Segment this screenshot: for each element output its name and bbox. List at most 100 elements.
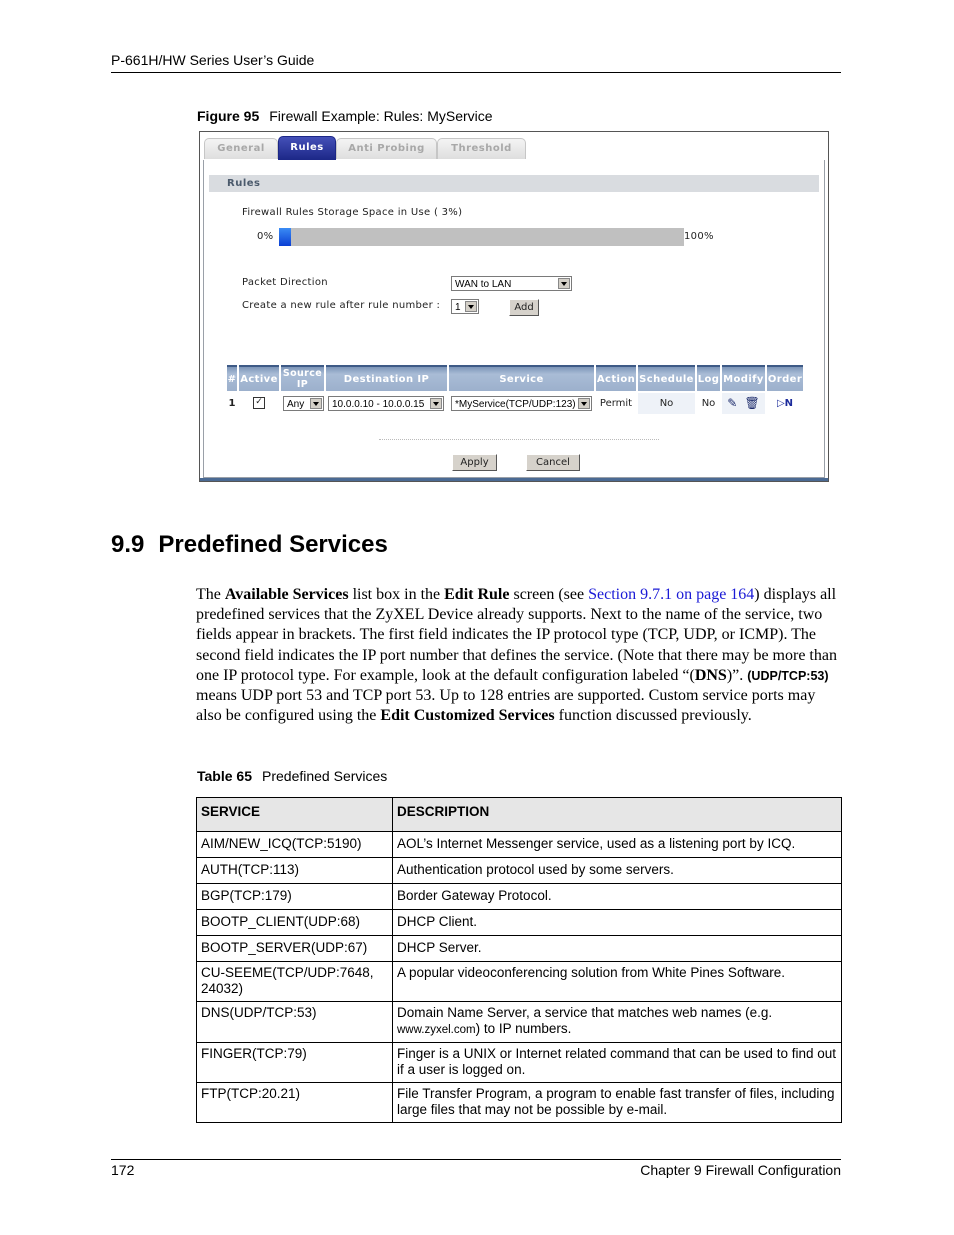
figure-title: Firewall Example: Rules: MyService [269, 108, 493, 124]
destination-ip-value: 10.0.0.10 - 10.0.0.15 [332, 399, 425, 410]
table-row: AIM/NEW_ICQ(TCP:5190) AOL’s Internet Mess… [196, 831, 842, 858]
edit-icon[interactable]: ✎ [727, 396, 737, 410]
schedule-cell: No [638, 393, 695, 414]
description-cell: DHCP Server. [392, 935, 842, 962]
table-label: Table 65 [197, 768, 252, 784]
active-cell: ✓ [239, 393, 279, 414]
header-rule [111, 72, 841, 73]
service-select[interactable]: *MyService(TCP/UDP:123) [451, 396, 592, 411]
section-title: Predefined Services [158, 531, 388, 558]
col-header-destination-ip: Destination IP [326, 365, 447, 391]
storage-label: Firewall Rules Storage Space in Use ( 3%… [242, 207, 463, 218]
table-row: FINGER(TCP:79) Finger is a UNIX or Intern… [196, 1042, 842, 1083]
storage-max-label: 100% [684, 231, 714, 242]
storage-min-label: 0% [257, 231, 274, 242]
cancel-button[interactable]: Cancel [526, 454, 580, 471]
col-header-description: DESCRIPTION [392, 797, 842, 832]
table-row: BOOTP_CLIENT(UDP:68) DHCP Client. [196, 909, 842, 936]
chevron-down-icon[interactable] [465, 301, 477, 312]
move-icon[interactable]: ▷N [777, 398, 793, 409]
footer-rule [111, 1159, 841, 1160]
col-header-log: Log [697, 365, 720, 391]
chevron-down-icon[interactable] [310, 398, 322, 409]
delete-icon[interactable]: 🗑 [745, 396, 760, 410]
service-cell: BOOTP_CLIENT(UDP:68) [196, 909, 393, 936]
storage-progress-fill [279, 228, 292, 246]
col-header-number: # [227, 365, 237, 391]
bold-term: Available Services [224, 586, 349, 603]
text: The [196, 586, 225, 603]
page-header: P-661H/HW Series User’s Guide [111, 52, 315, 68]
col-header-order: Order [767, 365, 803, 391]
service-cell: AIM/NEW_ICQ(TCP:5190) [196, 831, 393, 858]
col-header-schedule: Schedule [638, 365, 695, 391]
table-header-row: SERVICE DESCRIPTION [196, 797, 842, 832]
log-cell: No [697, 393, 720, 414]
order-cell: ▷N [767, 393, 803, 414]
description-cell: Authentication protocol used by some ser… [392, 857, 842, 884]
service-value: *MyService(TCP/UDP:123) [455, 399, 576, 410]
destination-ip-select[interactable]: 10.0.0.10 - 10.0.0.15 [328, 396, 444, 411]
tab-anti-probing[interactable]: Anti Probing [336, 138, 437, 159]
source-ip-select[interactable]: Any [283, 396, 324, 411]
table-title: Predefined Services [262, 768, 388, 784]
bold-term: Edit Rule [444, 586, 510, 603]
rule-number-select[interactable]: 1 [451, 299, 479, 314]
text: Domain Name Server, a service that match… [397, 1005, 773, 1020]
table-caption: Table 65 Predefined Services [197, 768, 387, 784]
service-cell: FINGER(TCP:79) [196, 1042, 393, 1083]
table-row: BGP(TCP:179) Border Gateway Protocol. [196, 883, 842, 910]
tab-rules[interactable]: Rules [278, 136, 336, 160]
table-row: CU-SEEME(TCP/UDP:7648, 24032) A popular v… [196, 961, 842, 1002]
service-cell: BOOTP_SERVER(UDP:67) [196, 935, 393, 962]
section-title-bar: Rules [209, 175, 819, 192]
col-header-action: Action [596, 365, 636, 391]
description-cell: File Transfer Program, a program to enab… [392, 1082, 842, 1123]
col-header-service: Service [449, 365, 594, 391]
figure-label: Figure 95 [197, 108, 260, 124]
section-link[interactable]: Section 9.7.1 on page 164 [588, 586, 754, 603]
modify-cell: ✎ 🗑 [722, 393, 765, 414]
divider [379, 439, 659, 440]
code-term: (UDP/TCP:53) [747, 668, 829, 683]
col-header-modify: Modify [722, 365, 765, 391]
url-text: www.zyxel.com [397, 1024, 476, 1036]
description-cell: AOL’s Internet Messenger service, used a… [392, 831, 842, 858]
description-cell: Finger is a UNIX or Internet related com… [392, 1042, 842, 1083]
text: )”. [726, 666, 748, 684]
text: list box in the [348, 586, 445, 603]
active-checkbox[interactable]: ✓ [253, 397, 265, 409]
table-row: AUTH(TCP:113) Authentication protocol use… [196, 857, 842, 884]
description-cell: Border Gateway Protocol. [392, 883, 842, 910]
chevron-down-icon[interactable] [558, 278, 570, 289]
table-row: BOOTP_SERVER(UDP:67) DHCP Server. [196, 935, 842, 962]
apply-button[interactable]: Apply [452, 454, 497, 471]
col-header-source-ip: Source IP [281, 365, 324, 391]
service-cell: DNS(UDP/TCP:53) [196, 1001, 393, 1043]
chevron-down-icon[interactable] [430, 398, 442, 409]
tab-general[interactable]: General [204, 138, 278, 159]
add-button[interactable]: Add [509, 299, 539, 316]
action-cell: Permit [596, 393, 636, 414]
description-cell: Domain Name Server, a service that match… [392, 1001, 842, 1043]
body-paragraph: The Available Services list box in the E… [196, 585, 844, 726]
service-cell: CU-SEEME(TCP/UDP:7648, 24032) [196, 961, 393, 1002]
service-cell: FTP(TCP:20.21) [196, 1082, 393, 1123]
packet-direction-select[interactable]: WAN to LAN [451, 276, 572, 291]
firewall-rules-screenshot: General Rules Anti Probing Threshold Rul… [199, 131, 829, 482]
page-number: 172 [111, 1162, 135, 1178]
description-cell: A popular videoconferencing solution fro… [392, 961, 842, 1002]
new-rule-label: Create a new rule after rule number : [242, 300, 441, 311]
service-cell: AUTH(TCP:113) [196, 857, 393, 884]
packet-direction-label: Packet Direction [242, 277, 328, 288]
section-number: 9.9 [111, 531, 145, 558]
chevron-down-icon[interactable] [578, 398, 590, 409]
storage-progress-bar [279, 228, 684, 246]
tab-threshold[interactable]: Threshold [437, 138, 526, 159]
table-row: DNS(UDP/TCP:53) Domain Name Server, a ser… [196, 1001, 842, 1043]
predefined-services-table: SERVICE DESCRIPTION AIM/NEW_ICQ(TCP:5190… [196, 797, 842, 1123]
description-cell: DHCP Client. [392, 909, 842, 936]
col-header-service: SERVICE [196, 797, 393, 832]
table-row: FTP(TCP:20.21) File Transfer Program, a p… [196, 1082, 842, 1123]
bold-term: Edit Customized Services [380, 707, 555, 725]
